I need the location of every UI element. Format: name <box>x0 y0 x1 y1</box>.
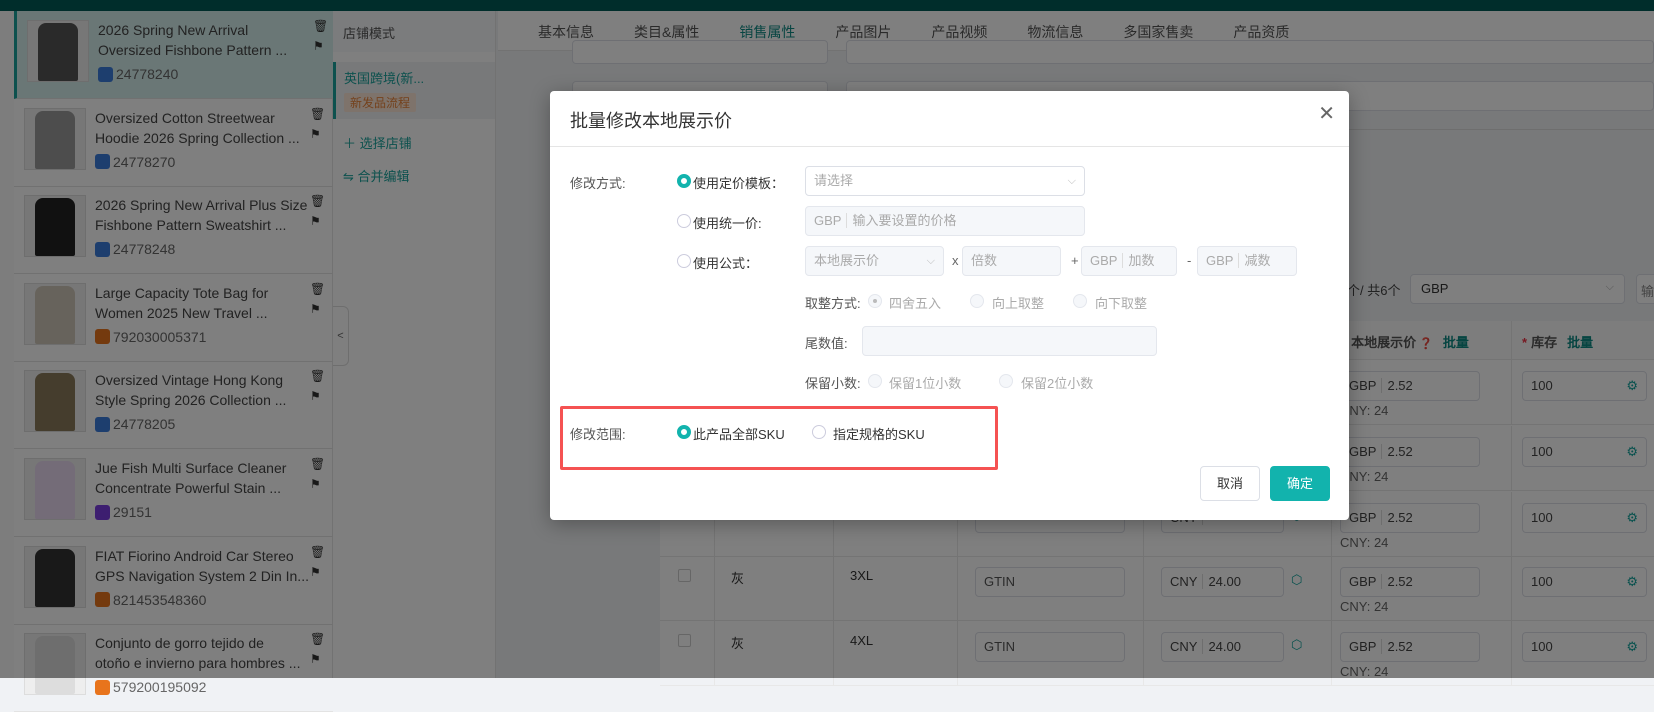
subtract-input[interactable]: GBP 减数 <box>1197 246 1297 276</box>
divider <box>550 146 1349 147</box>
round-down-label: 向下取整 <box>1095 296 1148 311</box>
platform-icon <box>95 679 110 695</box>
radio-formula[interactable] <box>677 254 691 268</box>
confirm-button[interactable]: 确定 <box>1270 466 1330 501</box>
radio-unified-label: 使用统一价: <box>693 216 762 231</box>
tail-label: 尾数值: <box>805 336 848 351</box>
minus-sign: - <box>1187 253 1192 268</box>
product-id: 579200195092 <box>95 679 206 695</box>
formula-base-select[interactable]: 本地展示价 ⌵ <box>805 246 944 276</box>
radio-round-half[interactable] <box>868 294 882 308</box>
chevron-down-icon: ⌵ <box>926 255 935 267</box>
radio-scope-all[interactable] <box>677 425 691 439</box>
tail-value-input[interactable] <box>862 326 1157 356</box>
cancel-button[interactable]: 取消 <box>1200 466 1260 501</box>
chevron-down-icon: ⌵ <box>1067 175 1076 187</box>
method-label: 修改方式: <box>570 176 626 191</box>
dialog-title: 批量修改本地展示价 <box>570 111 732 131</box>
scope-label: 修改范围: <box>570 427 626 442</box>
radio-template[interactable] <box>677 174 691 188</box>
radio-round-down[interactable] <box>1073 294 1087 308</box>
radio-unified[interactable] <box>677 214 691 228</box>
decimal-2-label: 保留2位小数 <box>1021 376 1094 391</box>
radio-scope-spec[interactable] <box>812 425 826 439</box>
scope-spec-label: 指定规格的SKU <box>833 427 925 442</box>
radio-formula-label: 使用公式： <box>693 256 759 271</box>
unified-price-input[interactable]: GBP 输入要设置的价格 <box>805 206 1085 236</box>
decimal-label: 保留小数: <box>805 376 861 391</box>
round-up-label: 向上取整 <box>992 296 1045 311</box>
radio-decimal-2[interactable] <box>999 374 1013 388</box>
plus-sign: + <box>1071 253 1079 268</box>
round-half-label: 四舍五入 <box>889 296 942 311</box>
radio-decimal-1[interactable] <box>868 374 882 388</box>
template-select[interactable]: 请选择 ⌵ <box>805 166 1085 196</box>
radio-round-up[interactable] <box>970 294 984 308</box>
times-sign: x <box>952 253 959 268</box>
add-input[interactable]: GBP 加数 <box>1081 246 1177 276</box>
scope-all-label: 此产品全部SKU <box>693 427 785 442</box>
product-id-text: 579200195092 <box>113 679 207 696</box>
close-icon[interactable]: ✕ <box>1318 101 1335 126</box>
radio-template-label: 使用定价模板： <box>693 176 785 191</box>
batch-edit-price-dialog: 批量修改本地展示价 ✕ 修改方式: 使用定价模板： 请选择 ⌵ 使用统一价: GB… <box>550 91 1349 520</box>
multiplier-input[interactable]: 倍数 <box>962 246 1061 276</box>
rounding-label: 取整方式: <box>805 296 861 311</box>
decimal-1-label: 保留1位小数 <box>889 376 962 391</box>
